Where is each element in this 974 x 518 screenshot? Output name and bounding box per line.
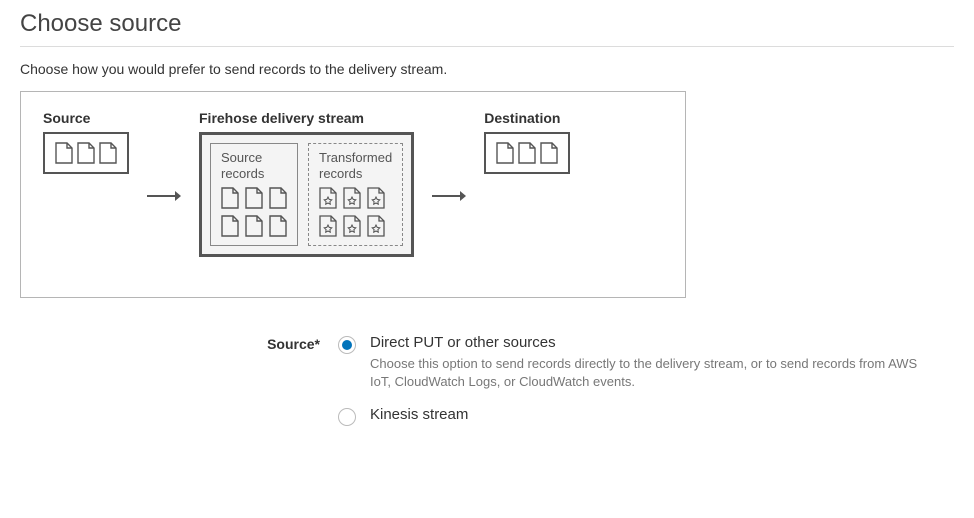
diagram-firehose-label: Firehose delivery stream (199, 110, 414, 126)
document-icon (99, 142, 117, 164)
document-icon (245, 215, 263, 237)
radio-icon[interactable] (338, 336, 356, 354)
diagram-source-records-box: Source records (210, 143, 298, 246)
document-icon (55, 142, 73, 164)
source-field-label: Source* (20, 334, 338, 352)
document-star-icon (367, 187, 385, 209)
document-icon (77, 142, 95, 164)
source-records-label: Source records (221, 150, 287, 181)
document-star-icon (343, 215, 361, 237)
arrow-icon (414, 189, 484, 203)
diagram-transformed-records-box: Transformed records (308, 143, 403, 246)
radio-option-direct-put[interactable]: Direct PUT or other sources Choose this … (338, 334, 954, 390)
document-icon (245, 187, 263, 209)
flow-diagram: Source Firehose (20, 91, 686, 298)
diagram-firehose-box: Source records (199, 132, 414, 257)
diagram-source-label: Source (43, 110, 129, 126)
divider (20, 46, 954, 47)
document-icon (269, 215, 287, 237)
document-icon (518, 142, 536, 164)
diagram-destination-label: Destination (484, 110, 570, 126)
transformed-records-label: Transformed records (319, 150, 392, 181)
document-star-icon (319, 187, 337, 209)
document-star-icon (319, 215, 337, 237)
arrow-icon (129, 189, 199, 203)
diagram-destination-box (484, 132, 570, 174)
page-title: Choose source (20, 10, 954, 38)
diagram-source-box (43, 132, 129, 174)
intro-text: Choose how you would prefer to send reco… (20, 61, 954, 77)
option-help-text: Choose this option to send records direc… (370, 355, 930, 390)
document-icon (221, 215, 239, 237)
document-icon (269, 187, 287, 209)
radio-icon[interactable] (338, 408, 356, 426)
document-icon (496, 142, 514, 164)
option-label: Direct PUT or other sources (370, 334, 930, 351)
document-icon (221, 187, 239, 209)
document-star-icon (367, 215, 385, 237)
document-star-icon (343, 187, 361, 209)
radio-option-kinesis-stream[interactable]: Kinesis stream (338, 406, 954, 426)
document-icon (540, 142, 558, 164)
option-label: Kinesis stream (370, 406, 468, 423)
